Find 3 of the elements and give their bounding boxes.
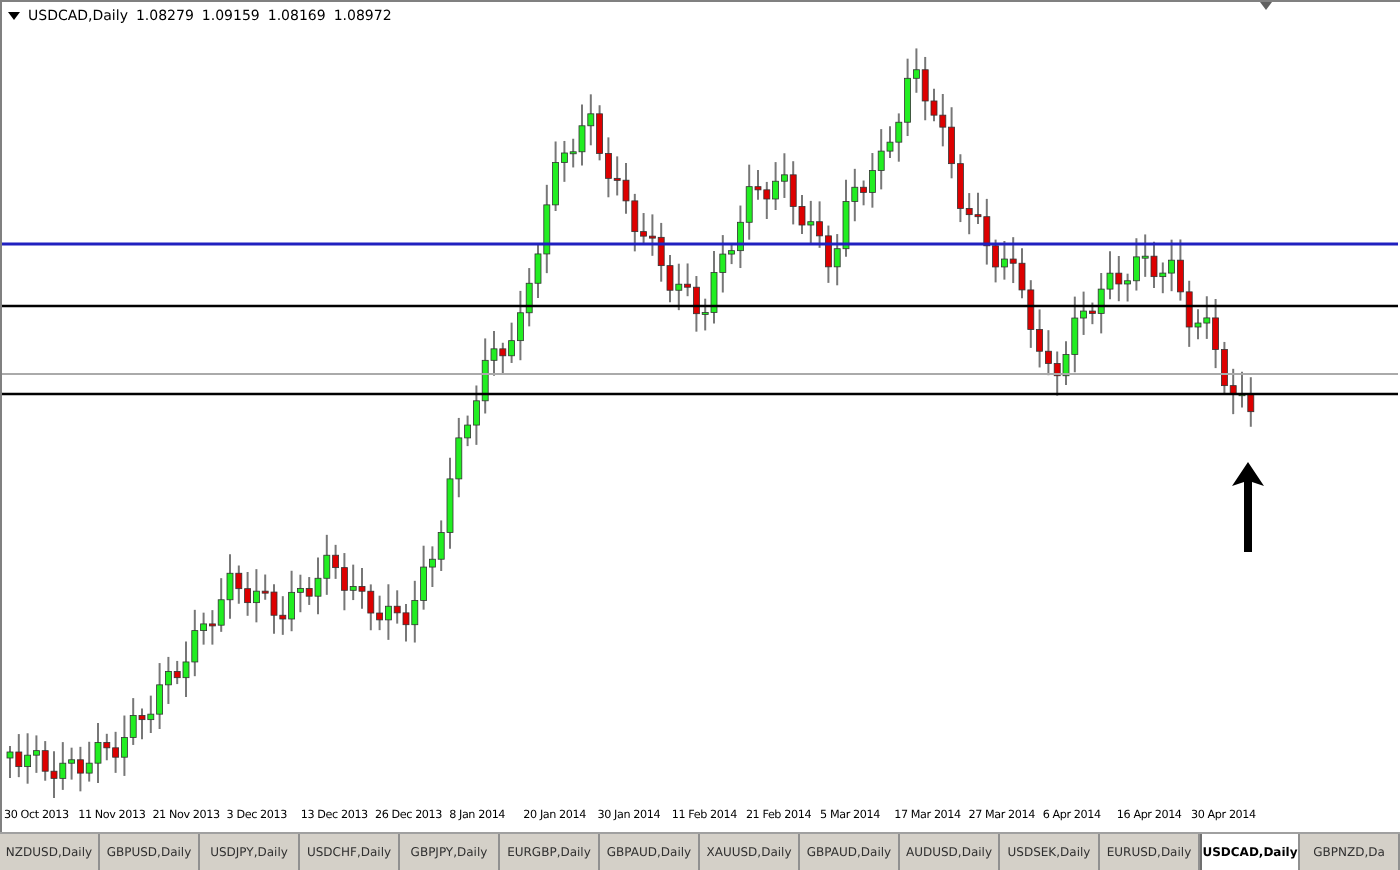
- arrow-icon: [1232, 462, 1264, 552]
- triangle-icon: [1260, 2, 1272, 10]
- dropdown-triangle-icon[interactable]: [8, 12, 20, 20]
